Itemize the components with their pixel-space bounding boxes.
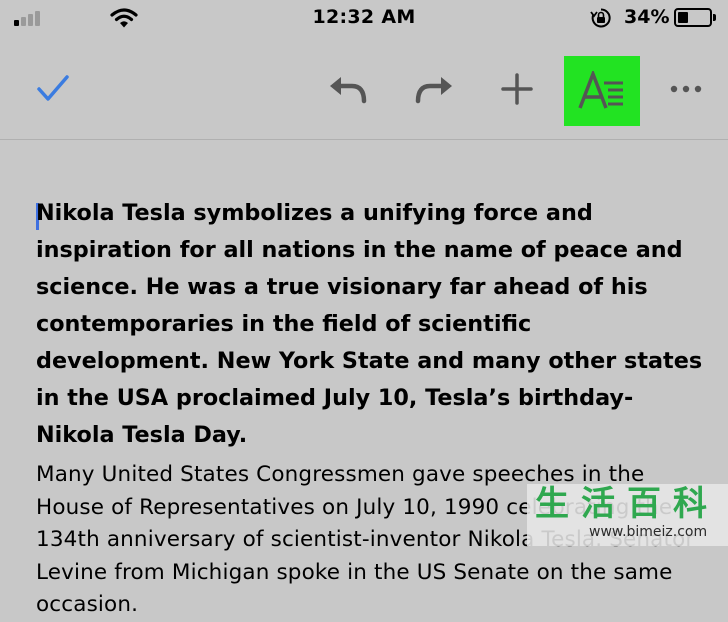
watermark-url: www.bimeiz.com [589,524,708,540]
watermark: 生活百科 www.bimeiz.com [527,484,728,546]
orientation-lock-icon [590,8,611,28]
editor-toolbar [0,36,728,140]
battery-percent: 34% [624,6,670,28]
status-bar: 12:32 AM 34% [0,0,728,36]
text-format-icon [578,71,623,109]
undo-button[interactable] [322,68,374,112]
more-icon [670,85,702,93]
text-format-button[interactable] [564,56,640,126]
more-options-button[interactable] [664,72,708,106]
battery-level-fill [678,12,688,23]
document-body[interactable]: Nikola Tesla symbolizes a unifying force… [36,195,706,622]
redo-icon [415,77,452,104]
battery-icon [674,8,716,27]
bold-paragraph[interactable]: Nikola Tesla symbolizes a unifying force… [36,195,706,454]
watermark-chinese-text: 生活百科 [535,484,719,524]
done-button[interactable] [30,66,76,110]
redo-button[interactable] [408,68,460,112]
undo-icon [330,77,367,104]
insert-button[interactable] [494,66,540,112]
status-time: 12:32 AM [312,6,416,28]
checkmark-icon [37,75,69,101]
plus-icon [501,73,533,105]
